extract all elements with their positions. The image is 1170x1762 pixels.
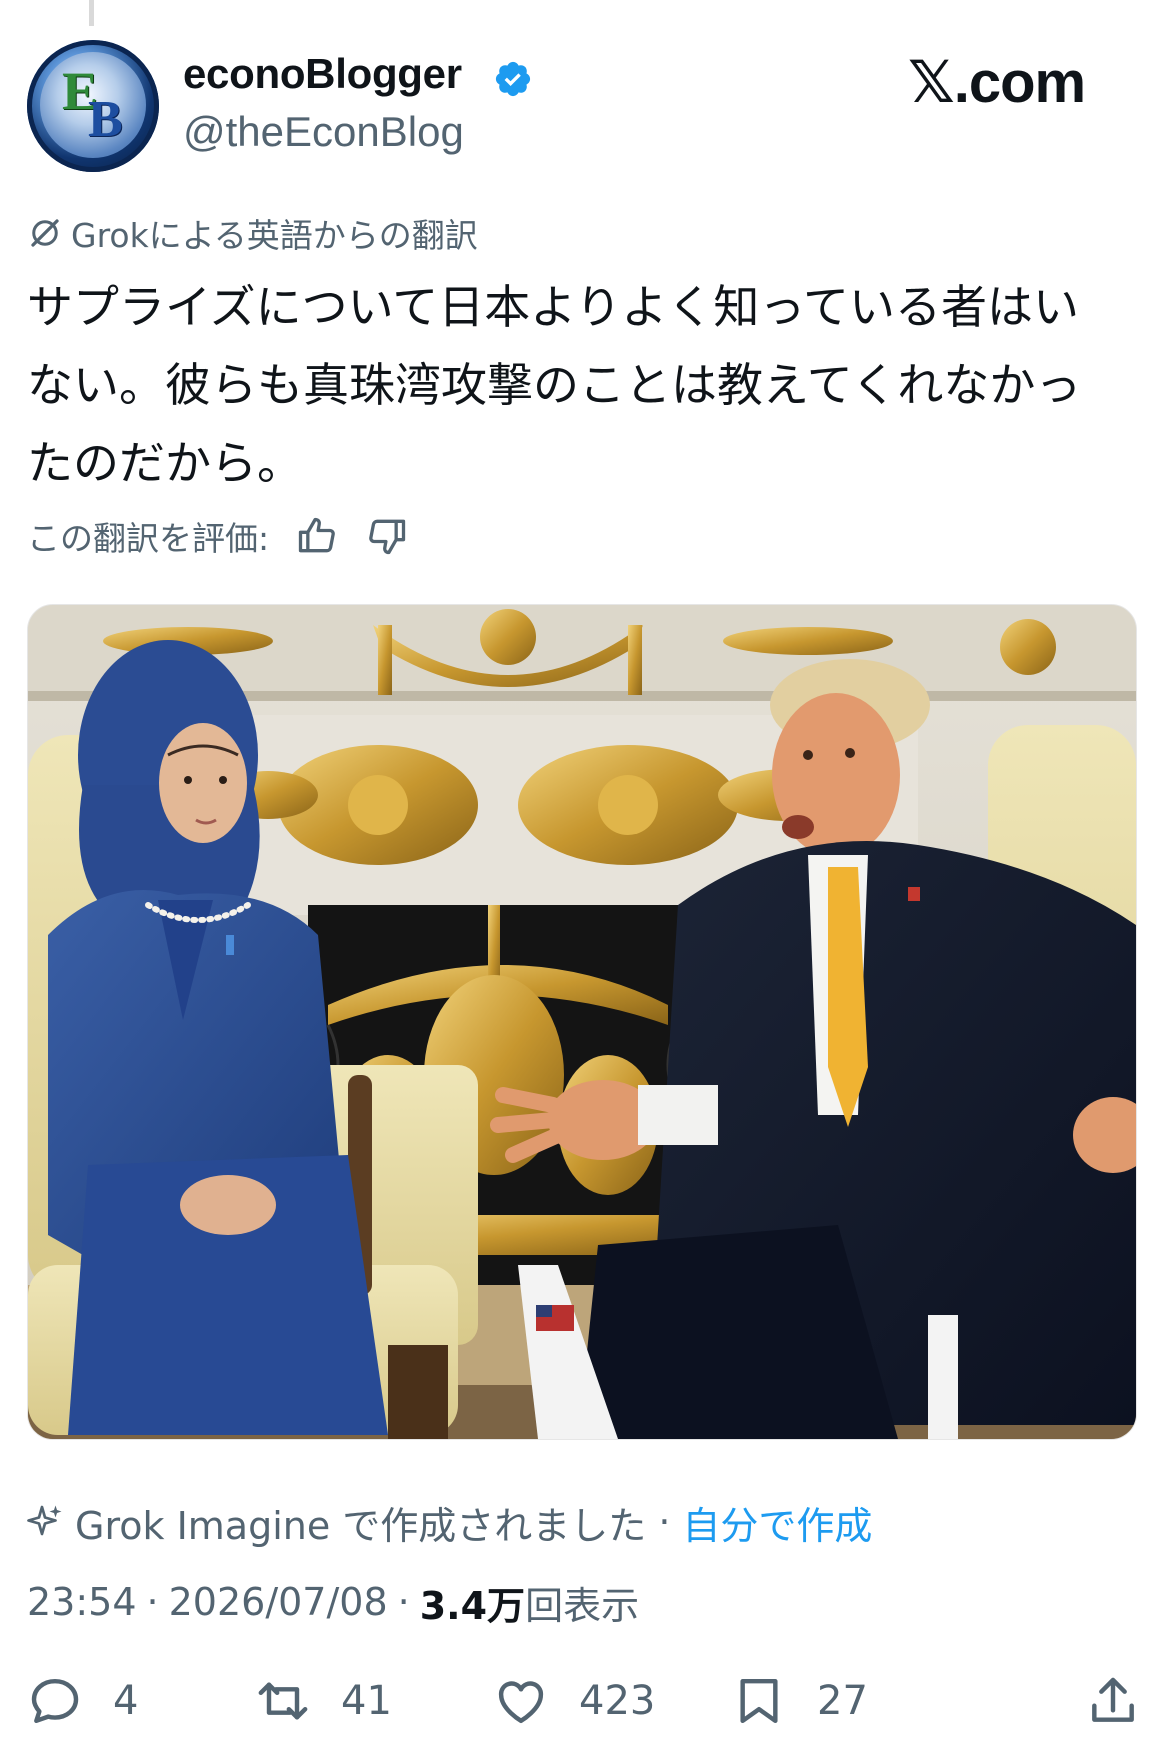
separator: · xyxy=(397,1580,410,1624)
tweet-date[interactable]: 2026/07/08 xyxy=(169,1580,388,1624)
views-label: 回表示 xyxy=(525,1583,640,1628)
rate-translation: この翻訳を評価: xyxy=(27,512,409,560)
thumbs-down-icon xyxy=(369,519,406,555)
tweet-meta: 23:54 · 2026/07/08 · 3.4万 回表示 xyxy=(27,1577,640,1628)
author-name[interactable]: econoBlogger xyxy=(183,50,462,98)
like-button[interactable]: 423 xyxy=(493,1670,655,1732)
tweet-text: サプライズについて日本よりよく知っている者はい ない。彼らも真珠湾攻撃のことは教… xyxy=(27,268,1147,502)
ai-generated-label: Grok Imagine で作成されました · 自分で作成 xyxy=(27,1495,872,1550)
photo-illustration xyxy=(28,605,1136,1439)
tweet-line: ない。彼らも真珠湾攻撃のことは教えてくれなかっ xyxy=(27,358,1082,412)
thumbs-up-button[interactable] xyxy=(295,514,339,558)
action-bar: 4 41 423 27 xyxy=(27,1670,1143,1732)
grok-icon xyxy=(31,219,59,247)
bookmark-icon xyxy=(740,1678,778,1724)
repost-icon xyxy=(258,1682,308,1720)
sparkle-icon xyxy=(27,1505,62,1536)
separator: · xyxy=(658,1500,671,1544)
thumbs-down-button[interactable] xyxy=(365,514,409,558)
tweet-line: たのだから。 xyxy=(27,436,303,490)
repost-count: 41 xyxy=(341,1678,392,1724)
reply-button[interactable]: 4 xyxy=(27,1670,138,1732)
tweet-line: サプライズについて日本よりよく知っている者はい xyxy=(27,280,1080,334)
tweet-time[interactable]: 23:54 xyxy=(27,1580,137,1624)
avatar-letter: B xyxy=(88,91,123,148)
like-icon xyxy=(498,1681,544,1724)
top-divider xyxy=(89,0,94,26)
reply-icon xyxy=(31,1678,79,1724)
thumbs-up-icon xyxy=(298,517,335,553)
bookmark-button[interactable]: 27 xyxy=(731,1670,868,1732)
author-handle[interactable]: @theEconBlog xyxy=(183,108,464,156)
translation-label: Grokによる英語からの翻訳 xyxy=(27,212,478,255)
reply-count: 4 xyxy=(113,1678,139,1724)
create-your-own-link[interactable]: 自分で作成 xyxy=(682,1495,872,1550)
share-button[interactable] xyxy=(1085,1670,1141,1732)
like-count: 423 xyxy=(579,1678,656,1724)
x-logo: 𝕏.com xyxy=(908,48,1086,116)
share-icon xyxy=(1092,1677,1134,1722)
tweet-image[interactable] xyxy=(27,604,1137,1440)
repost-button[interactable]: 41 xyxy=(255,1670,392,1732)
separator: · xyxy=(146,1580,159,1624)
rate-label: この翻訳を評価: xyxy=(27,519,270,558)
views-count: 3.4万 xyxy=(419,1583,526,1628)
bookmark-count: 27 xyxy=(817,1678,868,1724)
ai-label-text: Grok Imagine で作成されました xyxy=(75,1503,647,1548)
verified-badge-icon xyxy=(495,61,531,97)
